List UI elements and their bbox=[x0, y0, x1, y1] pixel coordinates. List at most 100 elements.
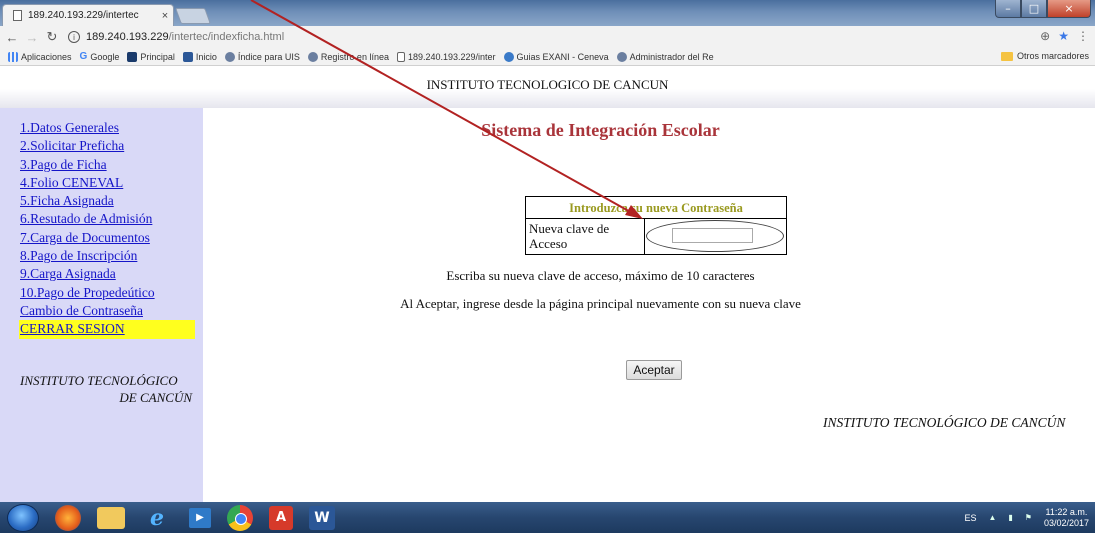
clock-time: 11:22 a.m. bbox=[1045, 506, 1088, 517]
main-content: Sistema de Integración Escolar Introduzc… bbox=[203, 108, 1095, 502]
sidebar-link-cerrar-sesion[interactable]: CERRAR SESION bbox=[19, 320, 195, 339]
bookmark-label: Aplicaciones bbox=[21, 51, 72, 62]
bookmark-label: Índice para UIS bbox=[237, 51, 300, 62]
bookmark-guias-exani[interactable]: Guias EXANI - Ceneva bbox=[503, 51, 609, 62]
site-icon bbox=[307, 51, 318, 62]
bookmark-label: 189.240.193.229/inter bbox=[407, 51, 496, 62]
sidebar-link-ficha-asignada[interactable]: 5.Ficha Asignada bbox=[20, 192, 203, 210]
inicio-icon bbox=[182, 51, 193, 62]
bookmark-inicio[interactable]: Inicio bbox=[182, 51, 217, 62]
sidebar-link-resultado-admision[interactable]: 6.Resutado de Admisión bbox=[20, 210, 203, 228]
sidebar-institute-line1: INSTITUTO TECNOLÓGICO bbox=[20, 372, 178, 388]
sidebar-institute: INSTITUTO TECNOLÓGICO DE CANCÚN bbox=[20, 372, 203, 406]
file-explorer-icon[interactable] bbox=[97, 506, 125, 529]
new-tab-button[interactable] bbox=[175, 8, 211, 24]
show-hidden-icons-icon[interactable]: ▲ bbox=[988, 513, 996, 522]
maximize-button[interactable]: □ bbox=[1021, 0, 1047, 18]
sidebar-link-cambio-contrasena[interactable]: Cambio de Contraseña bbox=[20, 302, 203, 320]
instruction-text-1: Escriba su nueva clave de acceso, máximo… bbox=[446, 268, 755, 283]
new-password-input[interactable] bbox=[672, 228, 753, 243]
browser-tab[interactable]: 189.240.193.229/intertec × bbox=[2, 4, 174, 26]
tab-close-icon[interactable]: × bbox=[157, 10, 173, 22]
sidebar-link-solicitar-preficha[interactable]: 2.Solicitar Preficha bbox=[20, 137, 203, 155]
instruction-text-2: Al Aceptar, ingrese desde la página prin… bbox=[400, 296, 801, 311]
site-icon bbox=[616, 51, 627, 62]
password-row: Nueva clave de Acceso bbox=[526, 219, 786, 254]
url-path: /intertec/indexficha.html bbox=[168, 31, 285, 43]
start-button[interactable] bbox=[7, 503, 39, 532]
bookmarks-bar: Aplicaciones G Google Principal Inicio Ín… bbox=[0, 48, 1095, 66]
sidebar: 1.Datos Generales 2.Solicitar Preficha 3… bbox=[0, 108, 203, 502]
forward-icon[interactable]: → bbox=[24, 30, 40, 45]
principal-icon bbox=[127, 51, 138, 62]
bookmark-indice-uis[interactable]: Índice para UIS bbox=[224, 51, 300, 62]
sidebar-link-pago-ficha[interactable]: 3.Pago de Ficha bbox=[20, 156, 203, 174]
sidebar-link-pago-propedeutico[interactable]: 10.Pago de Propedeútico bbox=[20, 284, 203, 302]
password-label: Nueva clave de Acceso bbox=[526, 219, 645, 254]
google-icon: G bbox=[79, 51, 88, 62]
system-tray: ES ▲ ▮ ⚑ 11:22 a.m. 03/02/2017 bbox=[964, 502, 1089, 533]
other-bookmarks[interactable]: Otros marcadores bbox=[1000, 51, 1089, 61]
clock[interactable]: 11:22 a.m. 03/02/2017 bbox=[1044, 507, 1089, 529]
bookmark-label: Guias EXANI - Ceneva bbox=[516, 51, 609, 62]
sidebar-link-carga-asignada[interactable]: 9.Carga Asignada bbox=[20, 265, 203, 283]
form-heading: Introduzca su nueva Contraseña bbox=[526, 197, 786, 219]
firefox-icon[interactable] bbox=[55, 504, 81, 531]
back-icon[interactable]: ← bbox=[4, 30, 20, 45]
page-header-title: INSTITUTO TECNOLOGICO DE CANCUN bbox=[426, 77, 669, 92]
sidebar-institute-line2: DE CANCÚN bbox=[119, 389, 192, 405]
window-controls: – □ × bbox=[995, 0, 1091, 18]
page-icon bbox=[13, 10, 22, 21]
other-bookmarks-label: Otros marcadores bbox=[1016, 51, 1089, 61]
bookmark-apps[interactable]: Aplicaciones bbox=[8, 51, 72, 62]
menu-icon[interactable]: ⋮ bbox=[1077, 29, 1089, 43]
bookmark-star-icon[interactable]: ★ bbox=[1058, 29, 1069, 43]
password-label-line1: Nueva clave de bbox=[529, 221, 610, 236]
sidebar-link-datos-generales[interactable]: 1.Datos Generales bbox=[20, 119, 203, 137]
bookmark-label: Google bbox=[90, 51, 120, 62]
url-host: 189.240.193.229 bbox=[86, 31, 169, 43]
close-window-button[interactable]: × bbox=[1047, 0, 1091, 18]
page-icon bbox=[396, 51, 405, 62]
password-cell bbox=[645, 219, 786, 254]
accept-button[interactable]: Aceptar bbox=[626, 360, 682, 380]
site-icon bbox=[224, 51, 235, 62]
acrobat-icon[interactable]: A bbox=[269, 505, 293, 530]
apps-grid-icon bbox=[8, 51, 18, 62]
bookmark-label: Administrador del Re bbox=[629, 51, 714, 62]
sidebar-link-folio-ceneval[interactable]: 4.Folio CENEVAL bbox=[20, 174, 203, 192]
minimize-button[interactable]: – bbox=[995, 0, 1021, 18]
zoom-icon[interactable]: ⊕ bbox=[1040, 29, 1050, 43]
language-indicator[interactable]: ES bbox=[964, 513, 976, 523]
info-icon[interactable]: i bbox=[68, 31, 80, 43]
action-center-flag-icon[interactable]: ⚑ bbox=[1025, 513, 1032, 522]
reload-icon[interactable]: ↻ bbox=[44, 29, 60, 45]
clock-date: 03/02/2017 bbox=[1043, 517, 1089, 528]
bookmark-administrador[interactable]: Administrador del Re bbox=[616, 51, 714, 62]
sidebar-link-carga-documentos[interactable]: 7.Carga de Documentos bbox=[20, 229, 203, 247]
folder-icon bbox=[1000, 51, 1013, 61]
sidebar-link-pago-inscripcion[interactable]: 8.Pago de Inscripción bbox=[20, 247, 203, 265]
bookmark-principal[interactable]: Principal bbox=[127, 51, 175, 62]
bookmark-registro[interactable]: Registro en línea bbox=[307, 51, 389, 62]
ceneval-icon bbox=[503, 51, 514, 62]
password-label-line2: Acceso bbox=[529, 236, 568, 251]
bookmark-label: Inicio bbox=[195, 51, 217, 62]
url-field[interactable]: 189.240.193.229/intertec/indexficha.html bbox=[86, 31, 284, 43]
address-bar: ← → ↻ i 189.240.193.229/intertec/indexfi… bbox=[0, 26, 1095, 48]
taskbar: e ▶ A W ES ▲ ▮ ⚑ 11:22 a.m. 03/02/2017 bbox=[0, 502, 1095, 533]
word-icon[interactable]: W bbox=[309, 505, 335, 530]
browser-title-bar: 189.240.193.229/intertec × – □ × bbox=[0, 0, 1095, 26]
chrome-icon[interactable] bbox=[227, 504, 253, 531]
page-header: INSTITUTO TECNOLOGICO DE CANCUN bbox=[0, 66, 1095, 108]
bookmark-google[interactable]: G Google bbox=[80, 51, 120, 62]
bookmark-intertec[interactable]: 189.240.193.229/inter bbox=[396, 51, 496, 62]
footer-institute: INSTITUTO TECNOLÓGICO DE CANCÚN bbox=[823, 415, 1066, 430]
page-title: Sistema de Integración Escolar bbox=[481, 120, 720, 140]
bookmark-label: Principal bbox=[140, 51, 175, 62]
network-icon[interactable]: ▮ bbox=[1008, 513, 1012, 522]
bookmark-label: Registro en línea bbox=[320, 51, 389, 62]
media-player-icon[interactable]: ▶ bbox=[189, 507, 211, 528]
tab-title: 189.240.193.229/intertec bbox=[28, 10, 139, 21]
internet-explorer-icon[interactable]: e bbox=[141, 505, 173, 531]
